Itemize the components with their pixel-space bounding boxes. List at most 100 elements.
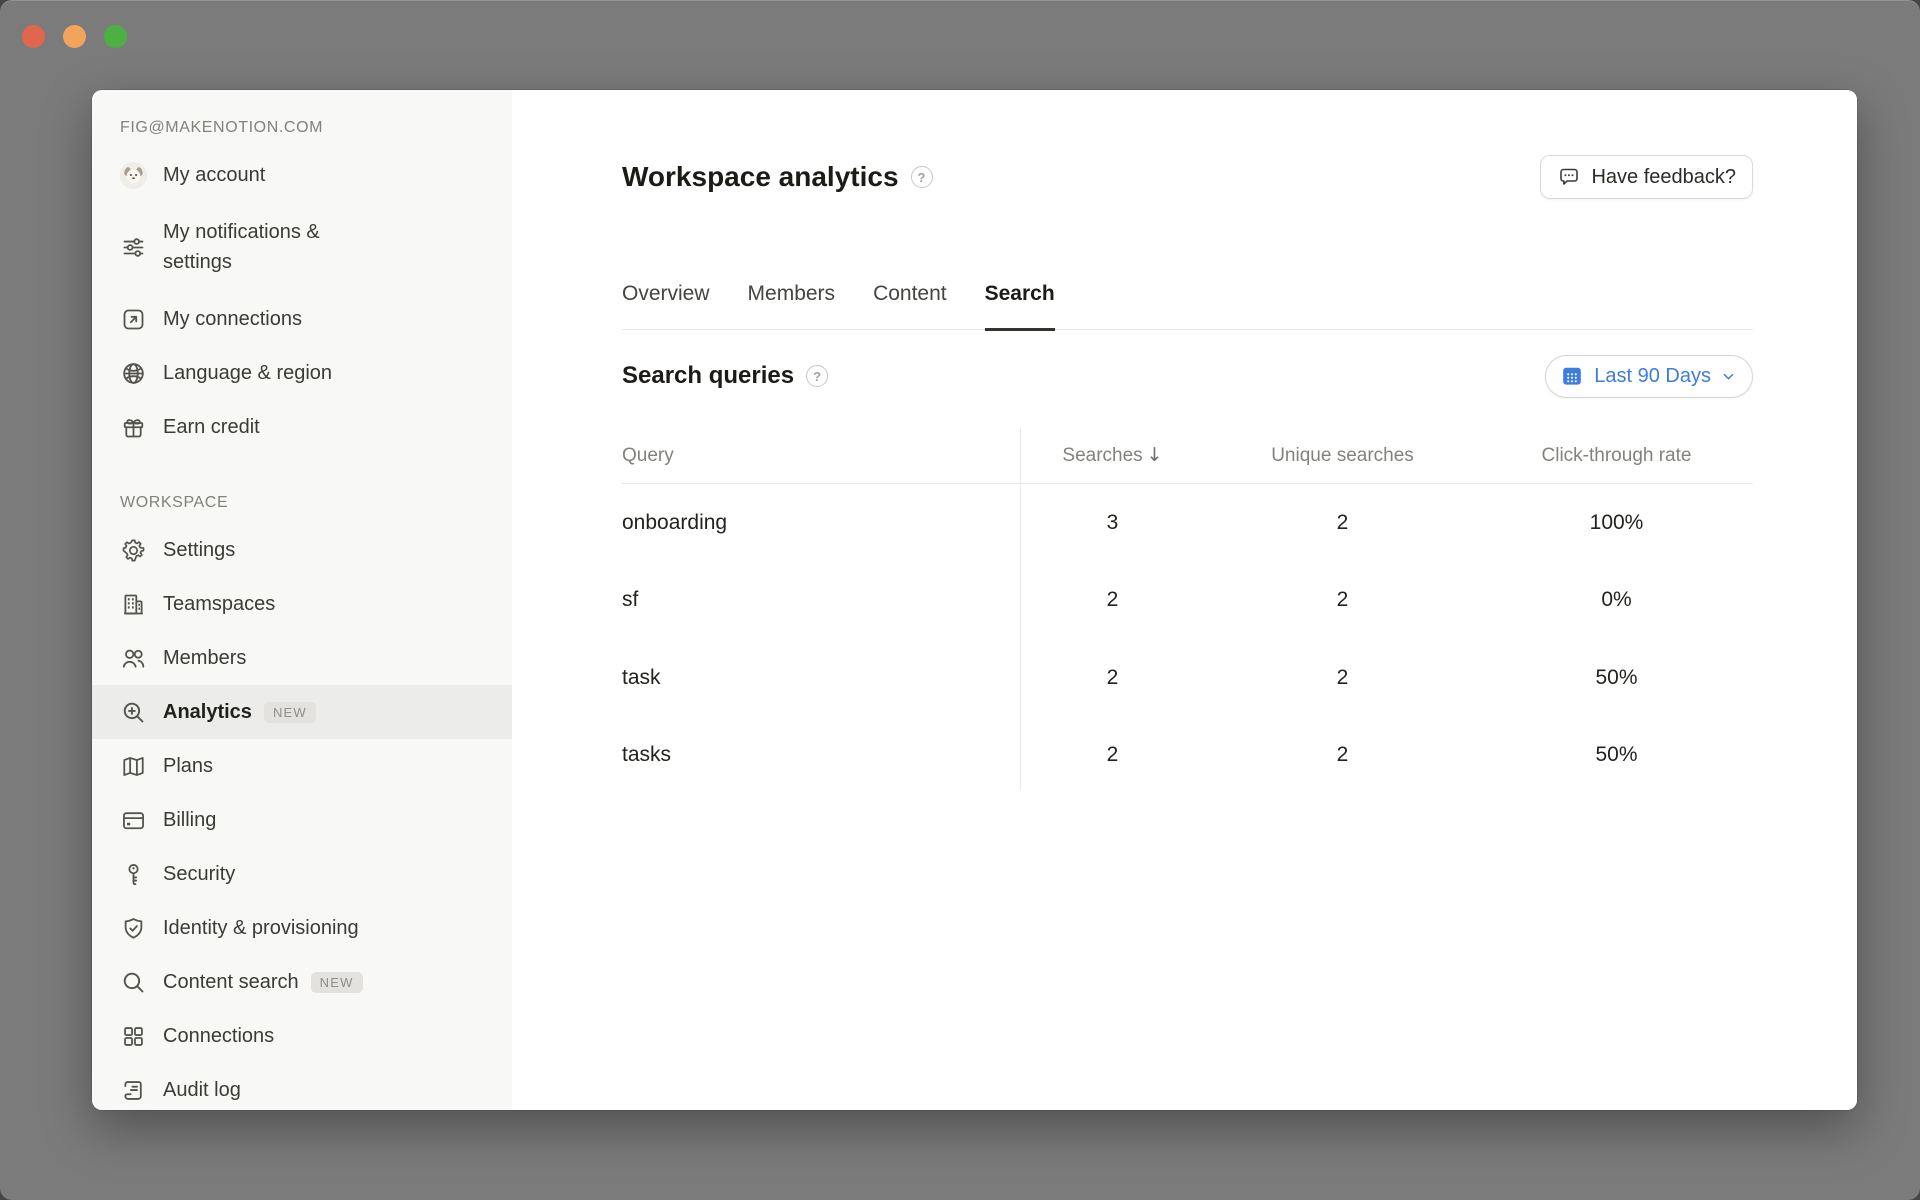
sidebar-item-label: Settings <box>163 535 235 565</box>
sidebar-item-members[interactable]: Members <box>92 631 512 685</box>
zoom-window-button[interactable] <box>104 25 127 48</box>
have-feedback-button[interactable]: Have feedback? <box>1540 155 1753 199</box>
sidebar-item-my-connections[interactable]: My connections <box>92 292 512 346</box>
column-header-click-through-rate[interactable]: Click-through rate <box>1480 445 1753 467</box>
unique-searches-cell: 2 <box>1205 743 1480 767</box>
column-header-query[interactable]: Query <box>622 445 1020 467</box>
sidebar-item-my-notifications-settings[interactable]: My notifications & settings <box>92 202 512 292</box>
new-badge: NEW <box>264 702 316 723</box>
gear-icon <box>120 537 147 564</box>
sidebar-item-identity-provisioning[interactable]: Identity & provisioning <box>92 901 512 955</box>
arrow-up-right-box-icon <box>120 306 147 333</box>
table-header-row: Query Searches↓ Unique searches Click-th… <box>622 428 1753 484</box>
analytics-tabs: Overview Members Content Search <box>622 282 1753 330</box>
table-row[interactable]: sf 2 2 0% <box>622 562 1753 640</box>
sidebar-item-analytics[interactable]: Analytics NEW <box>92 685 512 739</box>
close-window-button[interactable] <box>22 25 45 48</box>
tab-overview[interactable]: Overview <box>622 282 710 331</box>
unique-searches-cell: 2 <box>1205 666 1480 690</box>
table-body: onboarding 3 2 100% sf 2 2 0% task 2 <box>622 484 1753 794</box>
tab-search[interactable]: Search <box>985 282 1055 331</box>
sidebar-item-teamspaces[interactable]: Teamspaces <box>92 577 512 631</box>
sidebar-item-connections[interactable]: Connections <box>92 1009 512 1063</box>
account-menu: My account My notifications & settings M… <box>92 148 512 454</box>
settings-sidebar: FIG@MAKENOTION.COM My account My notific… <box>92 90 512 1110</box>
workspace-section-label: WORKSPACE <box>92 492 512 514</box>
click-through-rate-cell: 0% <box>1480 588 1753 612</box>
column-divider <box>1020 428 1021 790</box>
app-window: FIG@MAKENOTION.COM My account My notific… <box>0 0 1920 1200</box>
query-cell: sf <box>622 588 1020 612</box>
sidebar-item-label: Language & region <box>163 358 332 388</box>
sidebar-item-billing[interactable]: Billing <box>92 793 512 847</box>
sort-desc-arrow-icon: ↓ <box>1147 444 1163 466</box>
globe-icon <box>120 360 147 387</box>
shield-check-icon <box>120 915 147 942</box>
sidebar-item-language-region[interactable]: Language & region <box>92 346 512 400</box>
column-header-unique-searches[interactable]: Unique searches <box>1205 445 1480 467</box>
sidebar-item-label: Earn credit <box>163 412 260 442</box>
date-range-value: Last 90 Days <box>1594 365 1711 388</box>
help-icon[interactable]: ? <box>806 365 828 387</box>
gift-icon <box>120 414 147 441</box>
grid-icon <box>120 1023 147 1050</box>
analytics-panel: Workspace analytics ? Have feedback? Ove… <box>512 90 1857 1110</box>
sidebar-item-content-search[interactable]: Content search NEW <box>92 955 512 1009</box>
people-icon <box>120 645 147 672</box>
minimize-window-button[interactable] <box>63 25 86 48</box>
searches-cell: 2 <box>1020 666 1205 690</box>
sidebar-item-label: My connections <box>163 304 302 334</box>
scroll-icon <box>120 1077 147 1104</box>
search-queries-title: Search queries <box>622 362 794 390</box>
map-icon <box>120 753 147 780</box>
table-row[interactable]: tasks 2 2 50% <box>622 717 1753 795</box>
sidebar-item-label: Teamspaces <box>163 589 275 619</box>
date-range-dropdown[interactable]: Last 90 Days <box>1545 355 1753 398</box>
column-header-searches[interactable]: Searches↓ <box>1020 444 1205 467</box>
chevron-down-icon <box>1721 369 1736 384</box>
click-through-rate-cell: 50% <box>1480 743 1753 767</box>
query-cell: task <box>622 666 1020 690</box>
speech-bubble-icon <box>1557 165 1581 189</box>
building-icon <box>120 591 147 618</box>
sidebar-item-plans[interactable]: Plans <box>92 739 512 793</box>
settings-dialog: FIG@MAKENOTION.COM My account My notific… <box>92 90 1857 1110</box>
sidebar-item-label: My account <box>163 160 265 190</box>
credit-card-icon <box>120 807 147 834</box>
table-row[interactable]: onboarding 3 2 100% <box>622 484 1753 562</box>
sidebar-item-label: Billing <box>163 805 216 835</box>
click-through-rate-cell: 50% <box>1480 666 1753 690</box>
searches-cell: 2 <box>1020 588 1205 612</box>
window-titlebar[interactable] <box>0 0 1920 72</box>
page-title: Workspace analytics <box>622 161 899 193</box>
tab-members[interactable]: Members <box>748 282 836 331</box>
sidebar-item-audit-log[interactable]: Audit log <box>92 1063 512 1110</box>
searches-cell: 3 <box>1020 511 1205 535</box>
query-cell: tasks <box>622 743 1020 767</box>
page-header: Workspace analytics ? Have feedback? <box>622 154 1753 200</box>
help-icon[interactable]: ? <box>911 166 933 188</box>
sidebar-item-my-account[interactable]: My account <box>92 148 512 202</box>
search-queries-table: Query Searches↓ Unique searches Click-th… <box>622 428 1753 794</box>
searches-cell: 2 <box>1020 743 1205 767</box>
analytics-magnifier-icon <box>120 699 147 726</box>
sidebar-item-label: Analytics <box>163 697 252 727</box>
sidebar-item-security[interactable]: Security <box>92 847 512 901</box>
sidebar-item-label: Connections <box>163 1021 274 1051</box>
sidebar-item-label: Security <box>163 859 235 889</box>
sidebar-item-settings[interactable]: Settings <box>92 523 512 577</box>
sidebar-item-label: Members <box>163 643 246 673</box>
sidebar-item-earn-credit[interactable]: Earn credit <box>92 400 512 454</box>
have-feedback-label: Have feedback? <box>1591 166 1736 189</box>
new-badge: NEW <box>311 972 363 993</box>
sidebar-item-label: My notifications & settings <box>163 217 393 277</box>
unique-searches-cell: 2 <box>1205 588 1480 612</box>
key-icon <box>120 861 147 888</box>
sidebar-item-label: Identity & provisioning <box>163 913 359 943</box>
sidebar-item-label: Audit log <box>163 1075 241 1105</box>
tab-content[interactable]: Content <box>873 282 947 331</box>
sidebar-item-label: Plans <box>163 751 213 781</box>
avatar <box>120 162 147 189</box>
table-row[interactable]: task 2 2 50% <box>622 639 1753 717</box>
workspace-menu: Settings Teamspaces Members <box>92 523 512 1110</box>
